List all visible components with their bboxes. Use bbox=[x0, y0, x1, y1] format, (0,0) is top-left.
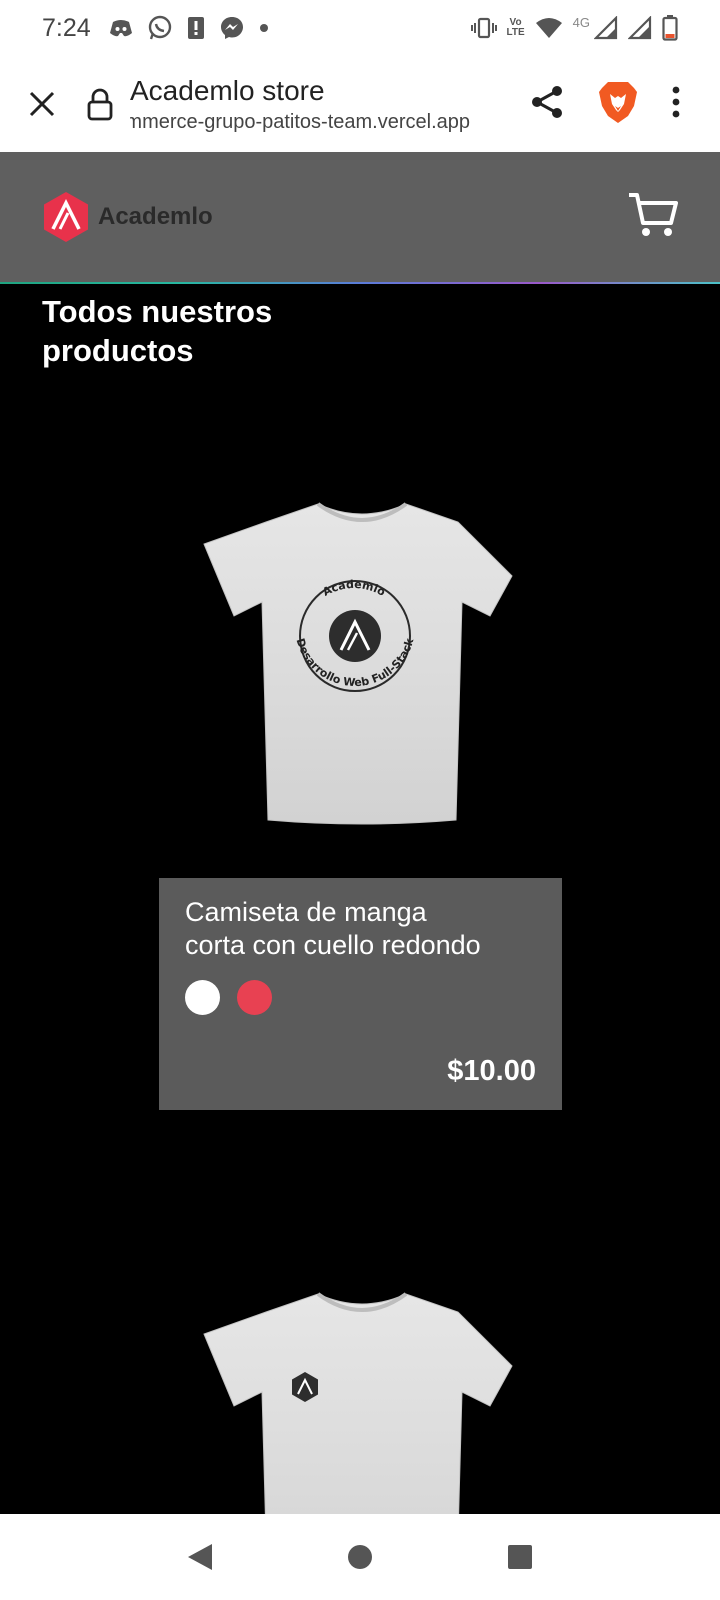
system-nav-bar bbox=[0, 1514, 720, 1600]
brave-lion-icon[interactable] bbox=[598, 80, 638, 129]
page-title: Academlo store bbox=[130, 74, 325, 106]
product-price: $10.00 bbox=[447, 1055, 536, 1087]
cart-button[interactable] bbox=[628, 192, 678, 243]
cart-icon bbox=[629, 192, 678, 236]
vibrate-icon bbox=[470, 17, 497, 39]
status-time: 7:24 bbox=[42, 13, 91, 42]
network-type-label: 4G bbox=[572, 14, 590, 30]
product-image[interactable]: Academlo Desarrollo Web Full-Stack bbox=[200, 500, 524, 835]
share-icon[interactable] bbox=[530, 85, 564, 124]
site-header: Academlo bbox=[0, 152, 720, 284]
back-icon bbox=[188, 1544, 212, 1570]
signal-icon bbox=[628, 16, 652, 40]
color-swatch[interactable] bbox=[237, 980, 272, 1015]
section-title: Todos nuestros productos bbox=[42, 294, 273, 368]
signal-icon bbox=[594, 16, 618, 40]
page-url: ecommerce-grupo-patitos-team.vercel.app bbox=[130, 110, 470, 133]
product-card[interactable]: Camiseta de manga corta con cuello redon… bbox=[159, 878, 562, 1110]
product-image[interactable] bbox=[200, 1290, 524, 1514]
wifi-icon bbox=[535, 17, 563, 39]
browser-toolbar: Academlo store ecommerce-grupo-patitos-t… bbox=[0, 56, 720, 152]
recents-icon bbox=[508, 1545, 532, 1569]
nav-back-button[interactable] bbox=[170, 1527, 230, 1587]
battery-icon bbox=[662, 15, 678, 41]
close-icon bbox=[29, 91, 55, 117]
volte-icon: Vo LTE bbox=[506, 17, 525, 38]
color-swatches bbox=[185, 980, 536, 1015]
brand-logo-link[interactable]: Academlo bbox=[42, 191, 213, 243]
academlo-logo-icon bbox=[44, 192, 88, 242]
product-title: Camiseta de manga corta con cuello redon… bbox=[185, 897, 481, 960]
color-swatch[interactable] bbox=[185, 980, 220, 1015]
whatsapp-icon bbox=[147, 15, 173, 41]
nav-recents-button[interactable] bbox=[490, 1527, 550, 1587]
home-icon bbox=[348, 1545, 372, 1569]
address-bar[interactable]: Academlo store ecommerce-grupo-patitos-t… bbox=[130, 75, 470, 134]
messenger-icon bbox=[219, 15, 245, 41]
lock-icon[interactable] bbox=[80, 87, 120, 121]
brand-name: Academlo bbox=[98, 203, 213, 230]
more-vert-icon[interactable] bbox=[672, 86, 680, 123]
dot-icon bbox=[259, 23, 269, 33]
alert-icon bbox=[187, 16, 205, 40]
nav-home-button[interactable] bbox=[330, 1527, 390, 1587]
discord-icon bbox=[109, 18, 133, 38]
close-tab-button[interactable] bbox=[0, 56, 84, 152]
status-bar: 7:24 Vo LTE 4G bbox=[0, 0, 720, 56]
